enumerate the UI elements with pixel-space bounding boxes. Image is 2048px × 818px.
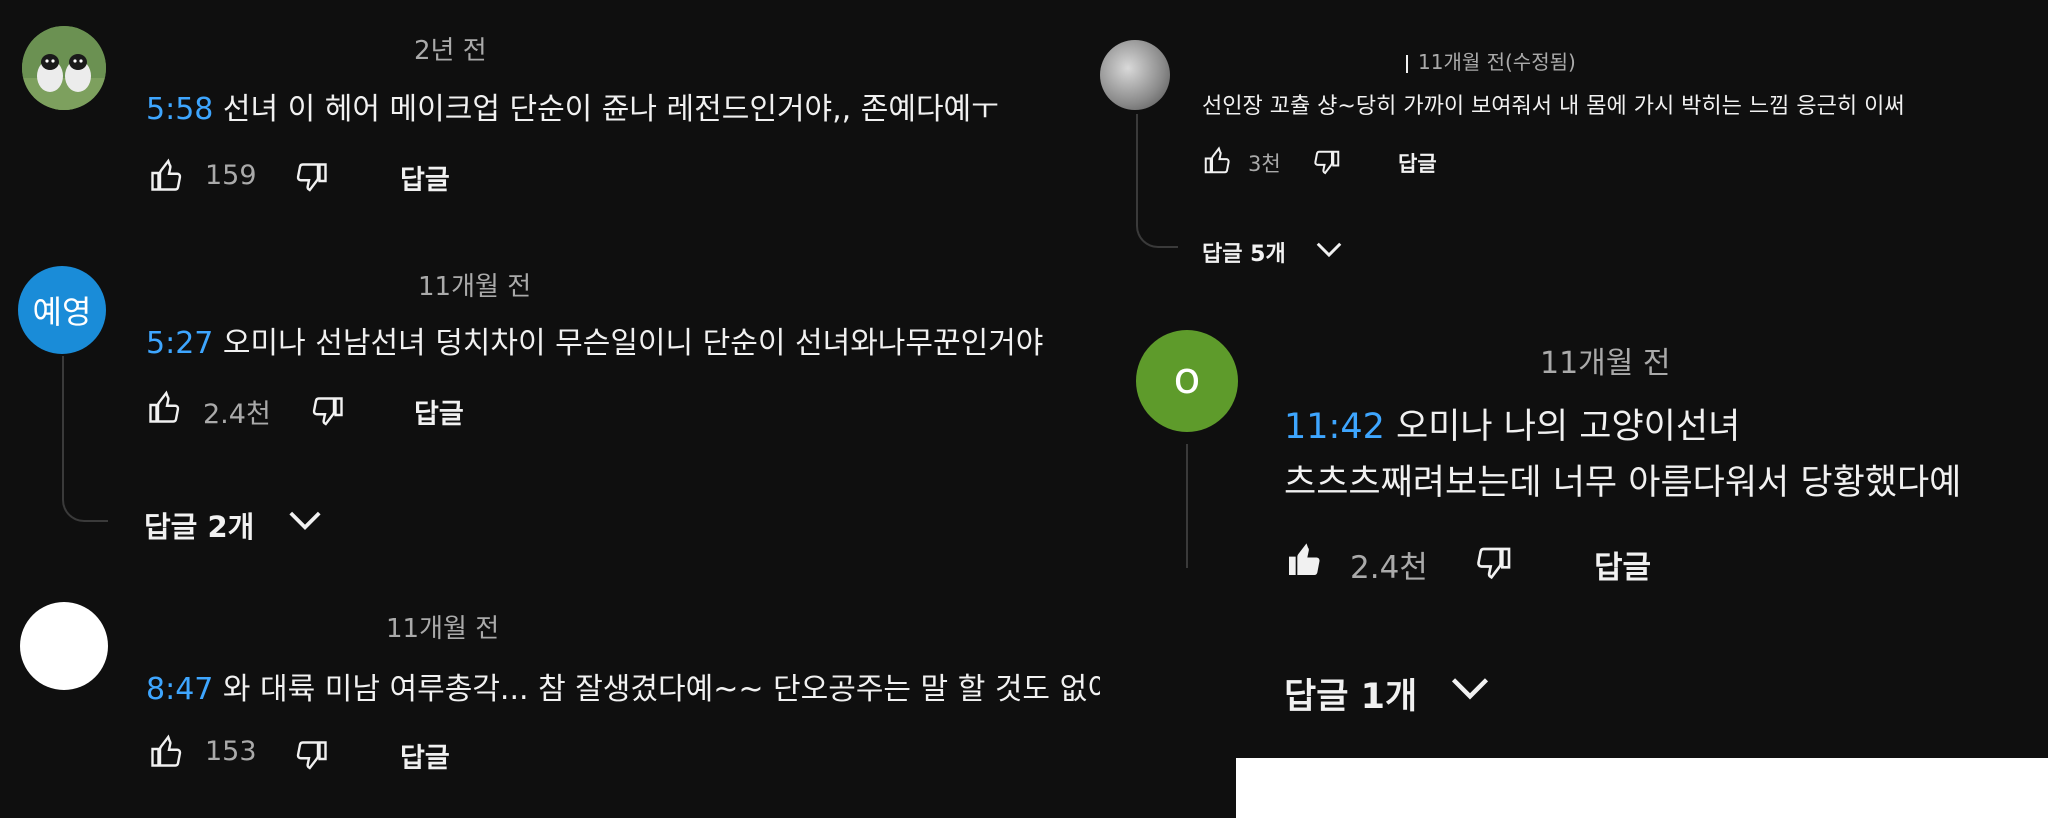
reply-button[interactable]: 답글: [1398, 148, 1437, 178]
comment-body: 선인장 꼬츌 샹~당히 가까이 보여줘서 내 몸에 가시 박히는 느낌 응근히 …: [1202, 94, 1905, 119]
reply-button[interactable]: 답글: [1594, 542, 1651, 587]
avatar-initials: 예영: [32, 293, 92, 331]
chevron-down-icon[interactable]: [1448, 672, 1492, 706]
comment-time: 11개월 전: [386, 614, 500, 644]
like-count: 2.4천: [203, 399, 271, 430]
comment-time: 11개월 전: [1540, 346, 1671, 381]
replies-count-label: 답글 1개: [1284, 677, 1418, 717]
comment-body: 와 대륙 미남 여루총각... 참 잘생겼다예~~ 단오공주는 말 할 것도 없…: [222, 672, 1152, 707]
chevron-down-icon[interactable]: [1314, 238, 1344, 262]
timestamp-link[interactable]: 5:27: [146, 326, 213, 361]
replies-toggle[interactable]: 답글 2개: [144, 504, 254, 546]
avatar[interactable]: [1100, 40, 1170, 110]
avatar[interactable]: [20, 602, 108, 690]
comment-time: 11개월 전: [418, 272, 532, 302]
comment-body-line2: 츠츠츠째려보는데 너무 아름다워서 당황했다예: [1284, 463, 1962, 503]
thread-connector: [1136, 114, 1178, 248]
like-count: 159: [205, 160, 257, 191]
like-icon[interactable]: [148, 158, 184, 194]
sheep-avatar-icon: [22, 26, 106, 110]
edited-marker: [1406, 54, 1408, 73]
comment-body: 오미나 선남선녀 덩치차이 무슨일이니 단순이 선녀와나무꾼인거야: [222, 326, 1044, 361]
reply-button[interactable]: 답글: [414, 392, 464, 431]
comment-time: 11개월 전(수정됨): [1406, 46, 1576, 75]
reply-button[interactable]: 답글: [400, 158, 450, 197]
replies-count-label: 답글 5개: [1202, 242, 1286, 267]
like-icon[interactable]: [146, 390, 182, 426]
like-icon-filled[interactable]: [1284, 540, 1324, 580]
avatar[interactable]: o: [1136, 330, 1238, 432]
comment-body: 오미나 나의 고양이선녀: [1396, 407, 1741, 447]
dislike-icon[interactable]: [294, 160, 330, 196]
comment-text: 5:58 선녀 이 헤어 메이크업 단순이 쥰나 레전드인거야,, 존예다예ㅜ: [146, 84, 999, 128]
avatar-initials: o: [1173, 352, 1201, 404]
replies-toggle[interactable]: 답글 5개: [1202, 236, 1286, 268]
dislike-icon[interactable]: [1474, 544, 1514, 584]
timestamp-link[interactable]: 5:58: [146, 92, 213, 127]
dislike-icon[interactable]: [1312, 148, 1342, 178]
reply-button[interactable]: 답글: [400, 736, 450, 775]
dislike-icon[interactable]: [310, 394, 346, 430]
replies-toggle[interactable]: 답글 1개: [1284, 668, 1417, 719]
replies-count-label: 답글 2개: [144, 510, 255, 544]
thread-connector: [1186, 444, 1188, 568]
comment-text: 5:27 오미나 선남선녀 덩치차이 무슨일이니 단순이 선녀와나무꾼인거야: [146, 318, 1043, 362]
comments-panel-right: 11개월 전(수정됨) 선인장 꼬츌 샹~당히 가까이 보여줘서 내 몸에 가시…: [1100, 0, 2048, 758]
comment-time: 2년 전: [414, 36, 487, 66]
comment-text: 11:42 오미나 나의 고양이선녀: [1284, 398, 1740, 449]
timestamp-link[interactable]: 8:47: [146, 672, 213, 707]
like-icon[interactable]: [1202, 146, 1232, 176]
like-count: 2.4천: [1350, 550, 1428, 586]
timestamp-link[interactable]: 11:42: [1284, 407, 1385, 447]
like-icon[interactable]: [148, 734, 184, 770]
dislike-icon[interactable]: [294, 738, 330, 774]
like-count: 153: [205, 736, 257, 767]
like-count: 3천: [1248, 152, 1281, 176]
chevron-down-icon[interactable]: [286, 506, 324, 536]
avatar[interactable]: 예영: [18, 266, 106, 354]
comment-body: 선녀 이 헤어 메이크업 단순이 쥰나 레전드인거야,, 존예다예ㅜ: [222, 92, 999, 127]
avatar[interactable]: [22, 26, 106, 110]
comment-text: 8:47 와 대륙 미남 여루총각... 참 잘생겼다예~~ 단오공주는 말 할…: [146, 664, 1152, 708]
comments-panel-left: 2년 전 5:58 선녀 이 헤어 메이크업 단순이 쥰나 레전드인거야,, 존…: [0, 0, 1236, 818]
thread-connector: [62, 356, 108, 522]
